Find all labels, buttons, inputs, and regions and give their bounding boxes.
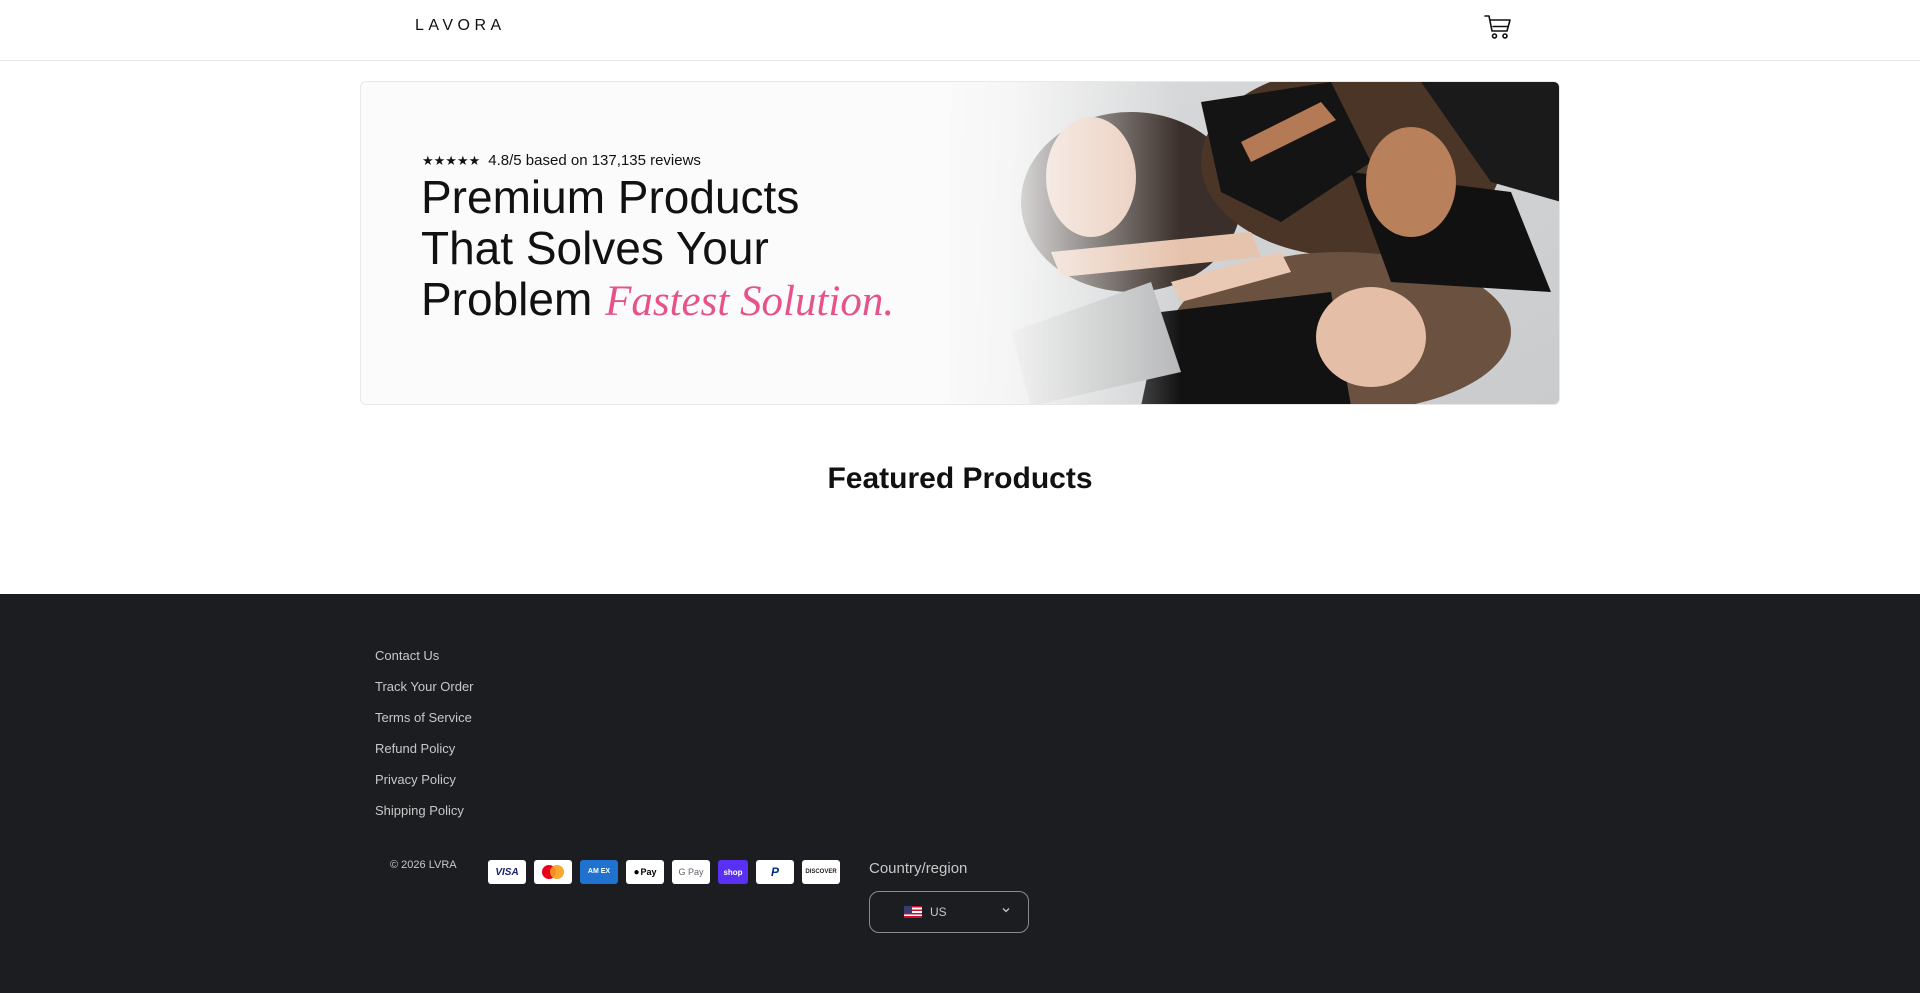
- headline-line-1: Premium Products: [421, 171, 800, 223]
- rating-summary: ★★★★★ 4.8/5 based on 137,135 reviews: [422, 152, 701, 169]
- amex-icon: AM EX: [580, 860, 618, 884]
- site-footer: Contact Us Track Your Order Terms of Ser…: [0, 594, 1920, 993]
- footer-link-contact-us[interactable]: Contact Us: [375, 648, 474, 679]
- site-header: LAVORA: [0, 0, 1920, 61]
- hero-headline: Premium Products That Solves Your Proble…: [421, 172, 1021, 327]
- footer-link-terms[interactable]: Terms of Service: [375, 710, 474, 741]
- footer-link-shipping[interactable]: Shipping Policy: [375, 803, 474, 834]
- footer-links: Contact Us Track Your Order Terms of Ser…: [375, 648, 474, 834]
- us-flag-icon: [904, 906, 922, 918]
- visa-icon: VISA: [488, 860, 526, 884]
- featured-products-title: Featured Products: [827, 462, 1093, 495]
- discover-icon: DISCOVER: [802, 860, 840, 884]
- paypal-icon: P: [756, 860, 794, 884]
- apple-pay-label: Pay: [640, 867, 657, 877]
- star-rating-icon: ★★★★★: [422, 152, 481, 168]
- rating-text: 4.8/5 based on 137,135 reviews: [488, 152, 701, 169]
- mastercard-icon: [534, 860, 572, 884]
- apple-glyph-icon: ●: [633, 866, 640, 878]
- copyright: © 2026 LVRA: [390, 859, 457, 871]
- country-region-value: US: [930, 905, 947, 919]
- country-region-select[interactable]: US: [869, 891, 1029, 933]
- headline-accent: Fastest Solution.: [605, 278, 895, 325]
- cart-icon[interactable]: [1483, 13, 1513, 41]
- hero-banner: ★★★★★ 4.8/5 based on 137,135 reviews Pre…: [360, 81, 1560, 405]
- country-region-label: Country/region: [869, 860, 968, 877]
- site-logo[interactable]: LAVORA: [415, 17, 506, 35]
- shop-pay-icon: shop: [718, 860, 748, 884]
- chevron-down-icon: [1002, 908, 1010, 913]
- headline-line-3: Problem: [421, 273, 593, 325]
- footer-link-refund[interactable]: Refund Policy: [375, 741, 474, 772]
- footer-link-track-order[interactable]: Track Your Order: [375, 679, 474, 710]
- payment-icons: VISA AM EX ● Pay G Pay shop P DISCOVER: [488, 860, 840, 884]
- footer-link-privacy[interactable]: Privacy Policy: [375, 772, 474, 803]
- apple-pay-icon: ● Pay: [626, 860, 664, 884]
- headline-line-2: That Solves Your: [421, 222, 769, 274]
- google-pay-icon: G Pay: [672, 860, 710, 884]
